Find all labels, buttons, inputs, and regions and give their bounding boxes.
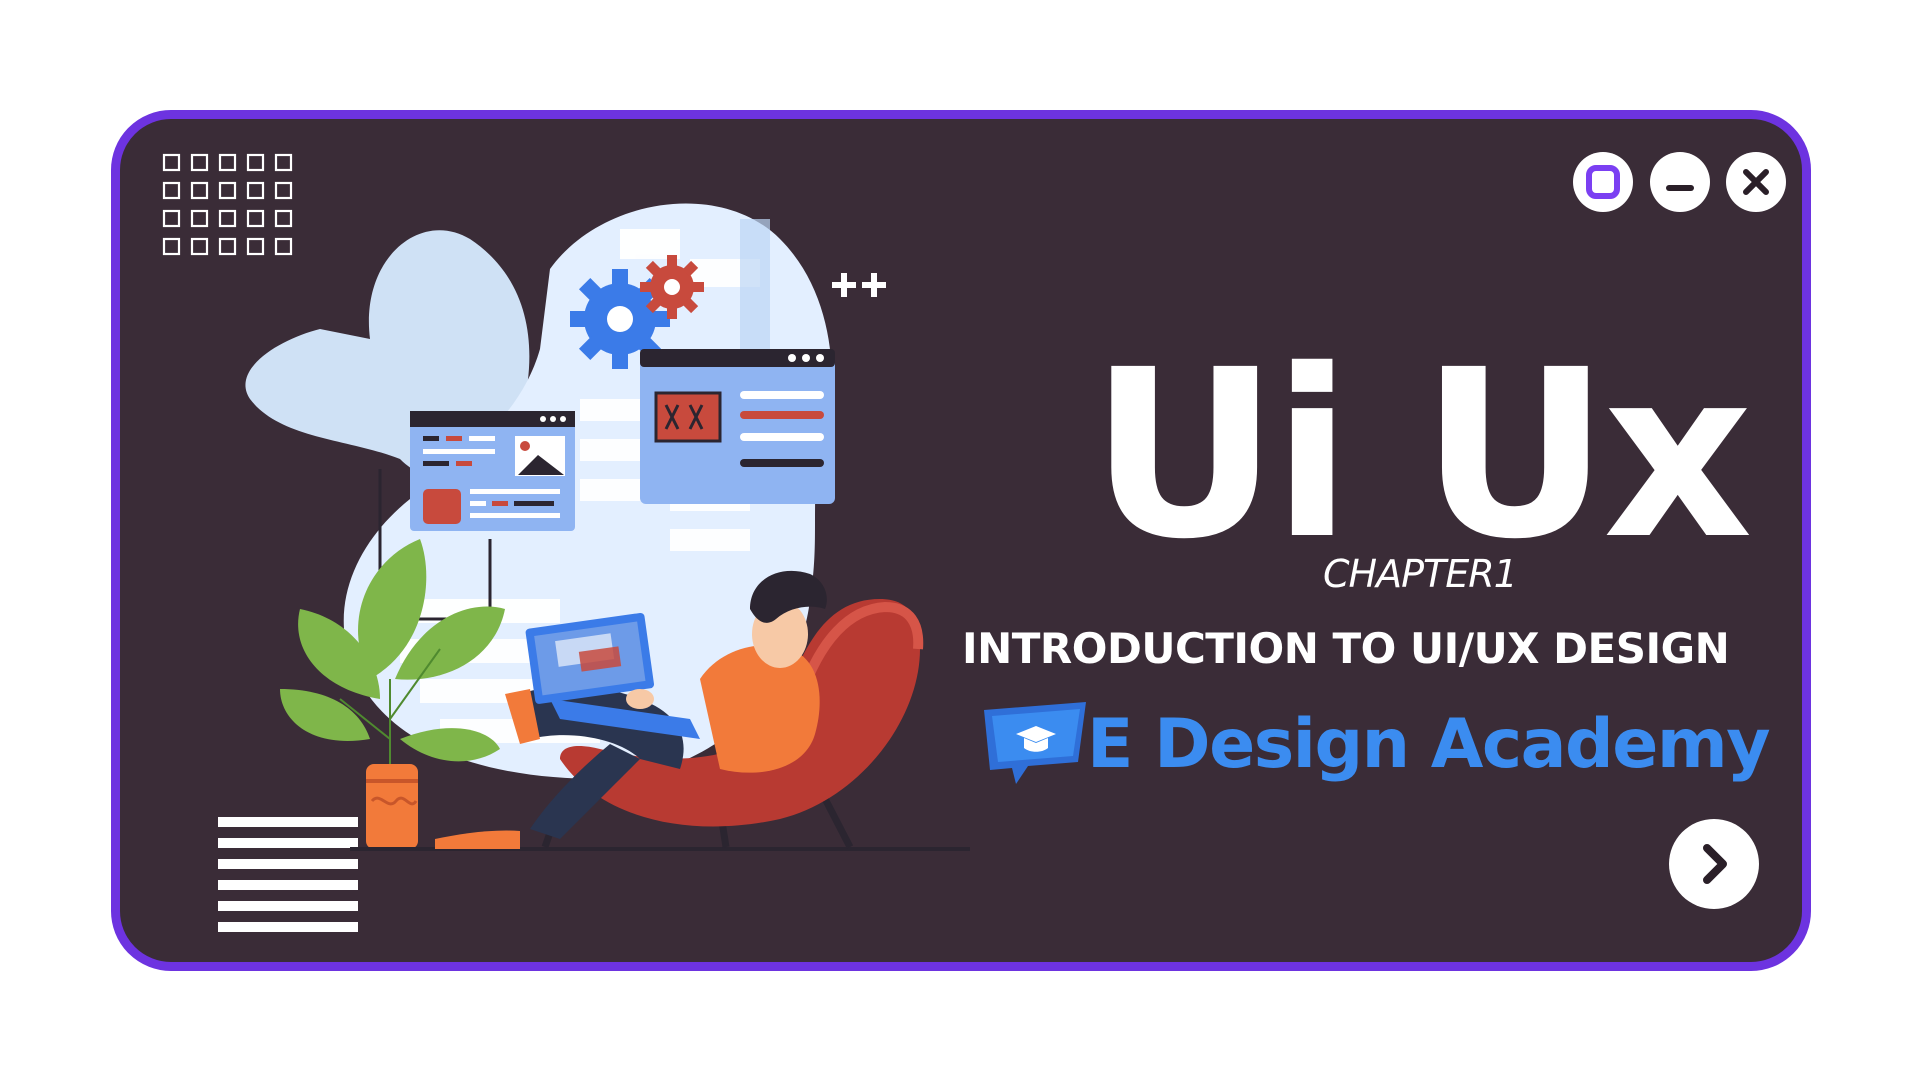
close-button[interactable] <box>1726 152 1786 212</box>
chapter-label: CHAPTER1 <box>1323 552 1518 596</box>
maximize-button[interactable] <box>1573 152 1633 212</box>
speech-bubble-graduation-cap-icon <box>984 702 1086 784</box>
close-icon <box>1743 169 1769 195</box>
designer-illustration <box>245 203 970 851</box>
square-icon <box>1586 165 1620 199</box>
minimize-button[interactable] <box>1650 152 1710 212</box>
minus-icon <box>1666 185 1694 191</box>
page-title: Ui Ux <box>1090 320 1753 590</box>
brand-name: E Design Academy <box>1087 704 1771 784</box>
brand-lockup: E Design Academy <box>980 694 1771 794</box>
next-button[interactable] <box>1669 819 1759 909</box>
app-window: Ui Ux CHAPTER1 INTRODUCTION TO UI/UX DES… <box>111 110 1811 971</box>
course-subtitle: INTRODUCTION TO UI/UX DESIGN <box>962 624 1730 673</box>
chevron-right-icon <box>1703 844 1727 884</box>
